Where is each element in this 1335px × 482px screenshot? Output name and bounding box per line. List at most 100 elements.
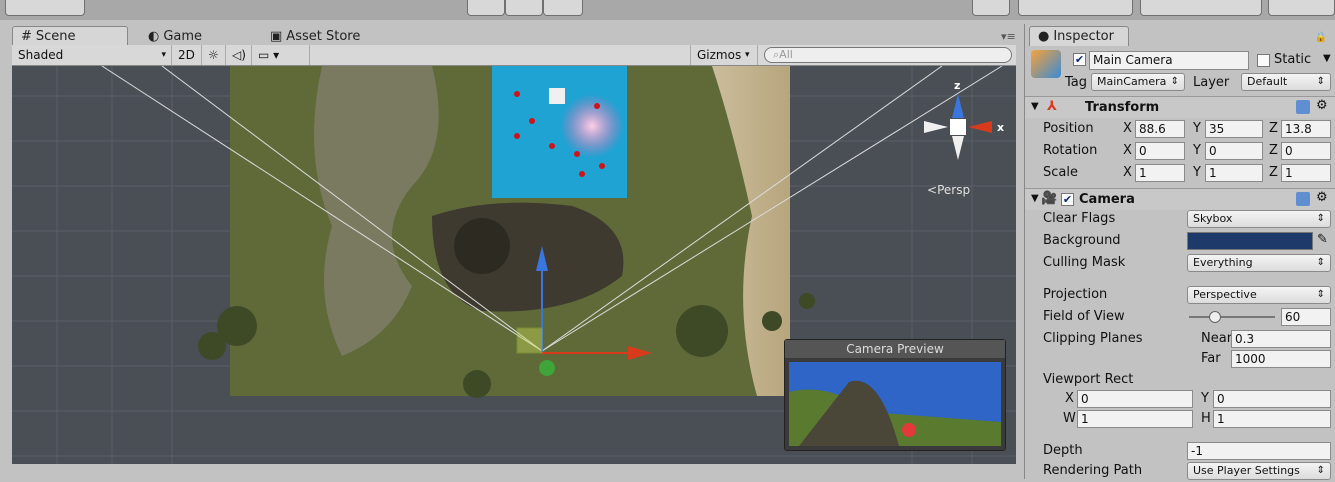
position-y-field[interactable]: 35 [1205, 120, 1263, 138]
clipping-near-row: Clipping Planes Near 0.3 [1025, 328, 1335, 350]
depth-field[interactable]: -1 [1187, 442, 1331, 460]
layers-dropdown[interactable] [1140, 0, 1262, 16]
y-label: Y [1193, 143, 1201, 158]
eyedropper-icon[interactable]: ✎ [1317, 232, 1328, 247]
help-icon[interactable] [1296, 192, 1310, 206]
chevron-down-icon: ▾ [745, 50, 750, 60]
gameobject-icon [1031, 50, 1061, 78]
static-checkbox[interactable] [1257, 54, 1270, 67]
2d-toggle[interactable]: 2D [172, 45, 202, 65]
persp-label[interactable]: <Persp [927, 183, 970, 197]
rotation-x-field[interactable]: 0 [1135, 142, 1185, 160]
foldout-icon: ▼ [1031, 193, 1039, 204]
viewport-xy-row: X 0 Y 0 [1025, 388, 1335, 410]
position-x-field[interactable]: 88.6 [1135, 120, 1185, 138]
camera-title: Camera [1079, 192, 1135, 207]
main-toolbar [0, 0, 1335, 20]
tag-label: Tag [1065, 75, 1088, 90]
y-label: Y [1193, 165, 1201, 180]
collab-button[interactable] [972, 0, 1010, 16]
dropdown-arrow-icon: ⇕ [1316, 465, 1325, 476]
viewport-x-field[interactable]: 0 [1077, 390, 1193, 408]
tag-value: MainCamera [1097, 75, 1167, 88]
near-field[interactable]: 0.3 [1231, 330, 1331, 348]
info-icon: ● [1038, 29, 1050, 44]
position-z-field[interactable]: 13.8 [1281, 120, 1331, 138]
viewport-h-field[interactable]: 1 [1213, 410, 1331, 428]
layout-dropdown[interactable] [1268, 0, 1335, 16]
clear-flags-label: Clear Flags [1043, 211, 1116, 226]
layer-label: Layer [1193, 75, 1230, 90]
gear-icon[interactable]: ⚙ [1316, 190, 1328, 205]
axis-x-label: x [997, 121, 1004, 134]
fov-field[interactable]: 60 [1281, 308, 1331, 326]
gear-icon[interactable]: ⚙ [1316, 98, 1328, 113]
camera-icon: 🎥 [1041, 191, 1058, 206]
position-label: Position [1043, 121, 1094, 136]
fov-slider-handle[interactable] [1209, 311, 1221, 323]
rotation-y-field[interactable]: 0 [1205, 142, 1263, 160]
culling-mask-label: Culling Mask [1043, 255, 1126, 270]
rendering-path-dropdown[interactable]: Use Player Settings ⇕ [1187, 462, 1331, 480]
lock-icon[interactable]: 🔒 [1315, 32, 1327, 43]
camera-preview-image [789, 362, 1001, 446]
viewport-w-field[interactable]: 1 [1077, 410, 1193, 428]
tab-inspector[interactable]: ● Inspector [1029, 26, 1129, 46]
lighting-toggle-icon[interactable]: ☼ [202, 45, 226, 65]
search-input[interactable]: ⌕All [764, 47, 1012, 63]
near-label: Near [1201, 331, 1233, 346]
far-label: Far [1201, 351, 1221, 366]
fov-slider-track[interactable] [1189, 316, 1275, 318]
culling-mask-dropdown[interactable]: Everything ⇕ [1187, 254, 1331, 272]
layer-dropdown[interactable]: Default ⇕ [1241, 73, 1331, 91]
account-button[interactable] [1018, 0, 1133, 16]
effects-toggle-icon[interactable]: ▭ ▾ [252, 45, 310, 65]
tab-game[interactable]: ◐ Game [140, 26, 210, 46]
camera-enabled-checkbox[interactable]: ✔ [1061, 193, 1074, 206]
dropdown-arrow-icon: ⇕ [1316, 76, 1325, 87]
orientation-gizmo[interactable]: z x [924, 79, 1004, 160]
toolbar-left-button[interactable] [5, 0, 85, 16]
object-name-field[interactable]: Main Camera [1089, 51, 1249, 70]
game-icon: ◐ [148, 28, 160, 44]
tab-scene[interactable]: # Scene [12, 26, 128, 46]
rotation-z-field[interactable]: 0 [1281, 142, 1331, 160]
shading-label: Shaded [18, 48, 64, 62]
pause-button[interactable] [505, 0, 543, 16]
play-button[interactable] [467, 0, 505, 16]
scene-toolbar: Shaded ▾ 2D ☼ ◁) ▭ ▾ Gizmos ▾ ⌕All [12, 45, 1016, 66]
far-field[interactable]: 1000 [1231, 350, 1331, 368]
tab-scene-label: Scene [35, 29, 76, 44]
clear-flags-dropdown[interactable]: Skybox ⇕ [1187, 210, 1331, 228]
y-label: Y [1201, 391, 1209, 406]
transform-header[interactable]: ▼ ⅄ Transform ⚙ [1025, 96, 1335, 118]
projection-row: Projection Perspective ⇕ [1025, 284, 1335, 306]
tab-asset-store-label: Asset Store [286, 28, 361, 44]
search-placeholder: All [779, 48, 793, 61]
projection-dropdown[interactable]: Perspective ⇕ [1187, 286, 1331, 304]
tab-menu-icon[interactable]: ▾≡ [1001, 30, 1016, 43]
chevron-down-icon: ▾ [161, 50, 166, 60]
shading-dropdown[interactable]: Shaded ▾ [12, 45, 172, 65]
chevron-down-icon[interactable]: ▼ [1323, 53, 1331, 64]
viewport-y-field[interactable]: 0 [1213, 390, 1331, 408]
tab-inspector-label: Inspector [1053, 29, 1114, 44]
scale-x-field[interactable]: 1 [1135, 164, 1185, 182]
scale-z-field[interactable]: 1 [1281, 164, 1331, 182]
z-label: Z [1269, 165, 1278, 180]
audio-toggle-icon[interactable]: ◁) [226, 45, 252, 65]
y-label: Y [1193, 121, 1201, 136]
step-button[interactable] [543, 0, 583, 16]
background-row: Background ✎ [1025, 230, 1335, 252]
active-checkbox[interactable]: ✔ [1073, 53, 1086, 66]
tab-asset-store[interactable]: ▣ Asset Store [262, 26, 368, 46]
h-label: H [1201, 411, 1211, 426]
background-color-swatch[interactable] [1187, 232, 1313, 250]
viewport-rect-label: Viewport Rect [1043, 372, 1134, 387]
help-icon[interactable] [1296, 100, 1310, 114]
camera-header[interactable]: ▼ 🎥 ✔ Camera ⚙ [1025, 188, 1335, 210]
scale-y-field[interactable]: 1 [1205, 164, 1263, 182]
gizmos-dropdown[interactable]: Gizmos ▾ [690, 45, 758, 65]
tag-dropdown[interactable]: MainCamera ⇕ [1091, 73, 1185, 91]
dropdown-arrow-icon: ⇕ [1170, 76, 1179, 87]
